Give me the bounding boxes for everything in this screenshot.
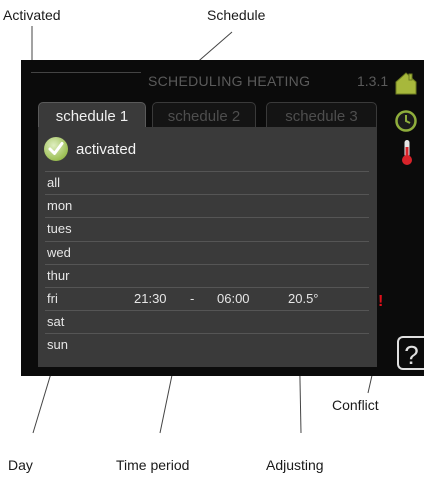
thermometer-icon[interactable] [400, 138, 414, 171]
callout-adjusting: Adjusting [266, 457, 324, 473]
callout-day: Day [8, 457, 33, 473]
day-row-fri[interactable]: fri 21:30 - 06:00 20.5° [45, 286, 369, 310]
end-time: 06:00 [217, 290, 250, 306]
day-label: tues [47, 221, 72, 237]
tab-schedule-1[interactable]: schedule 1 [38, 102, 146, 128]
day-label: sat [47, 314, 65, 330]
day-list: all mon tues wed thur fri 21:30 - 06:00 … [45, 171, 369, 357]
activated-label: activated [76, 140, 137, 158]
day-label: wed [47, 244, 71, 260]
callout-schedule: Schedule [207, 7, 266, 23]
time-separator: - [190, 290, 195, 306]
day-row-sat[interactable]: sat [45, 310, 369, 333]
tab-schedule-3[interactable]: schedule 3 [266, 102, 377, 128]
day-label: thur [47, 267, 70, 283]
conflict-marker: ! [378, 293, 384, 310]
activated-toggle[interactable]: activated [44, 135, 136, 163]
start-time: 21:30 [134, 290, 167, 306]
callout-activated: Activated [3, 7, 61, 23]
day-row-thur[interactable]: thur [45, 263, 369, 287]
tab-schedule-2[interactable]: schedule 2 [152, 102, 256, 128]
screen-title: SCHEDULING HEATING [148, 73, 311, 89]
day-label: sun [47, 337, 68, 353]
house-icon[interactable] [393, 70, 419, 101]
device-screen: SCHEDULING HEATING 1.3.1 schedule 1 sche… [21, 60, 424, 376]
day-label: fri [47, 290, 58, 306]
callout-time-period: Time period [116, 457, 190, 473]
callout-conflict: Conflict [332, 397, 379, 413]
adjust-temperature: 20.5° [288, 290, 319, 306]
day-label: mon [47, 198, 73, 214]
day-row-all[interactable]: all [45, 171, 369, 194]
day-label: all [47, 175, 61, 190]
day-row-tues[interactable]: tues [45, 217, 369, 240]
schedule-panel: activated all mon tues wed thur fri 21:3… [38, 127, 377, 367]
title-divider [31, 72, 141, 73]
menu-number: 1.3.1 [357, 73, 389, 89]
help-button[interactable]: ? [397, 336, 424, 370]
check-icon [44, 137, 68, 161]
day-row-mon[interactable]: mon [45, 194, 369, 217]
day-row-sun[interactable]: sun [45, 333, 369, 356]
clock-icon[interactable] [395, 110, 417, 137]
day-row-wed[interactable]: wed [45, 240, 369, 264]
